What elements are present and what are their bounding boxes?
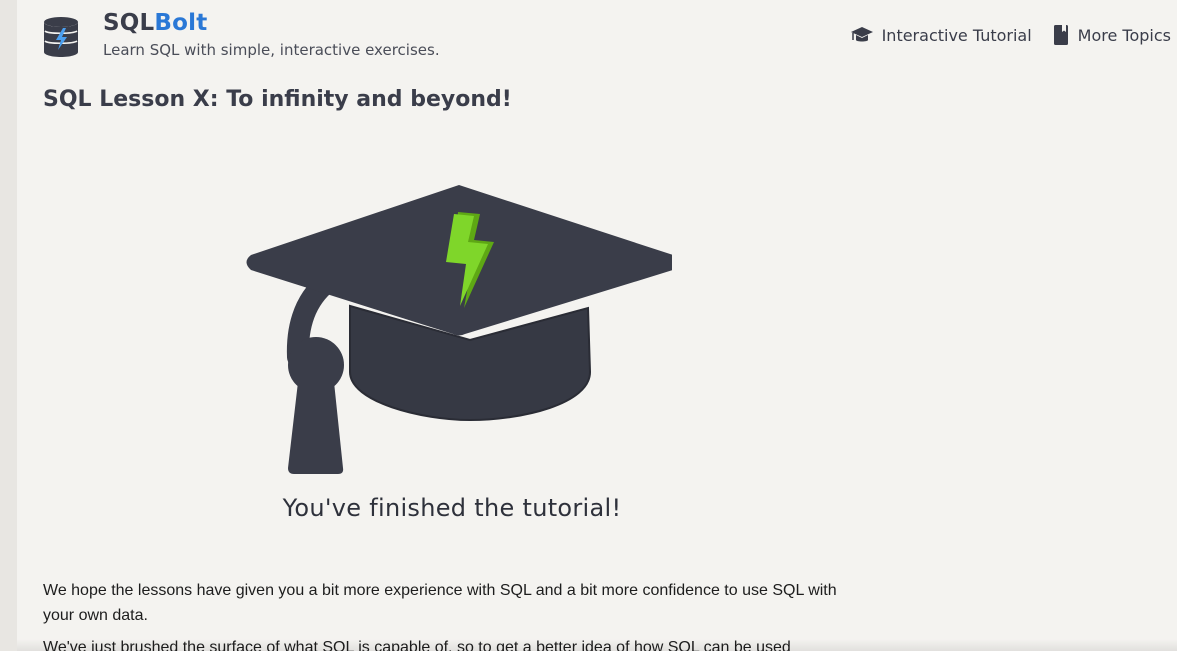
nav-interactive-tutorial[interactable]: Interactive Tutorial <box>850 25 1032 45</box>
tagline: Learn SQL with simple, interactive exerc… <box>103 41 440 59</box>
brand-bolt: Bolt <box>154 10 208 36</box>
brand-sql: SQL <box>103 10 155 36</box>
nav-more-topics-label: More Topics <box>1077 25 1171 45</box>
page: SQLBolt Learn SQL with simple, interacti… <box>17 0 1177 651</box>
graduation-cap-illustration <box>246 185 672 474</box>
graduation-cap-icon <box>850 27 873 42</box>
brand-logo-text[interactable]: SQLBolt <box>103 10 207 36</box>
database-bolt-logo-icon[interactable] <box>41 16 81 58</box>
lesson-title: SQL Lesson X: To infinity and beyond! <box>43 87 512 112</box>
top-nav: Interactive Tutorial More Topics <box>850 24 1171 46</box>
left-gutter <box>0 0 17 651</box>
nav-more-topics[interactable]: More Topics <box>1052 24 1171 46</box>
book-icon <box>1053 25 1068 45</box>
finished-message: You've finished the tutorial! <box>282 494 622 522</box>
paragraph-1: We hope the lessons have given you a bit… <box>43 582 837 624</box>
nav-interactive-tutorial-label: Interactive Tutorial <box>881 25 1032 45</box>
paragraph-2: We've just brushed the surface of what S… <box>43 639 791 651</box>
